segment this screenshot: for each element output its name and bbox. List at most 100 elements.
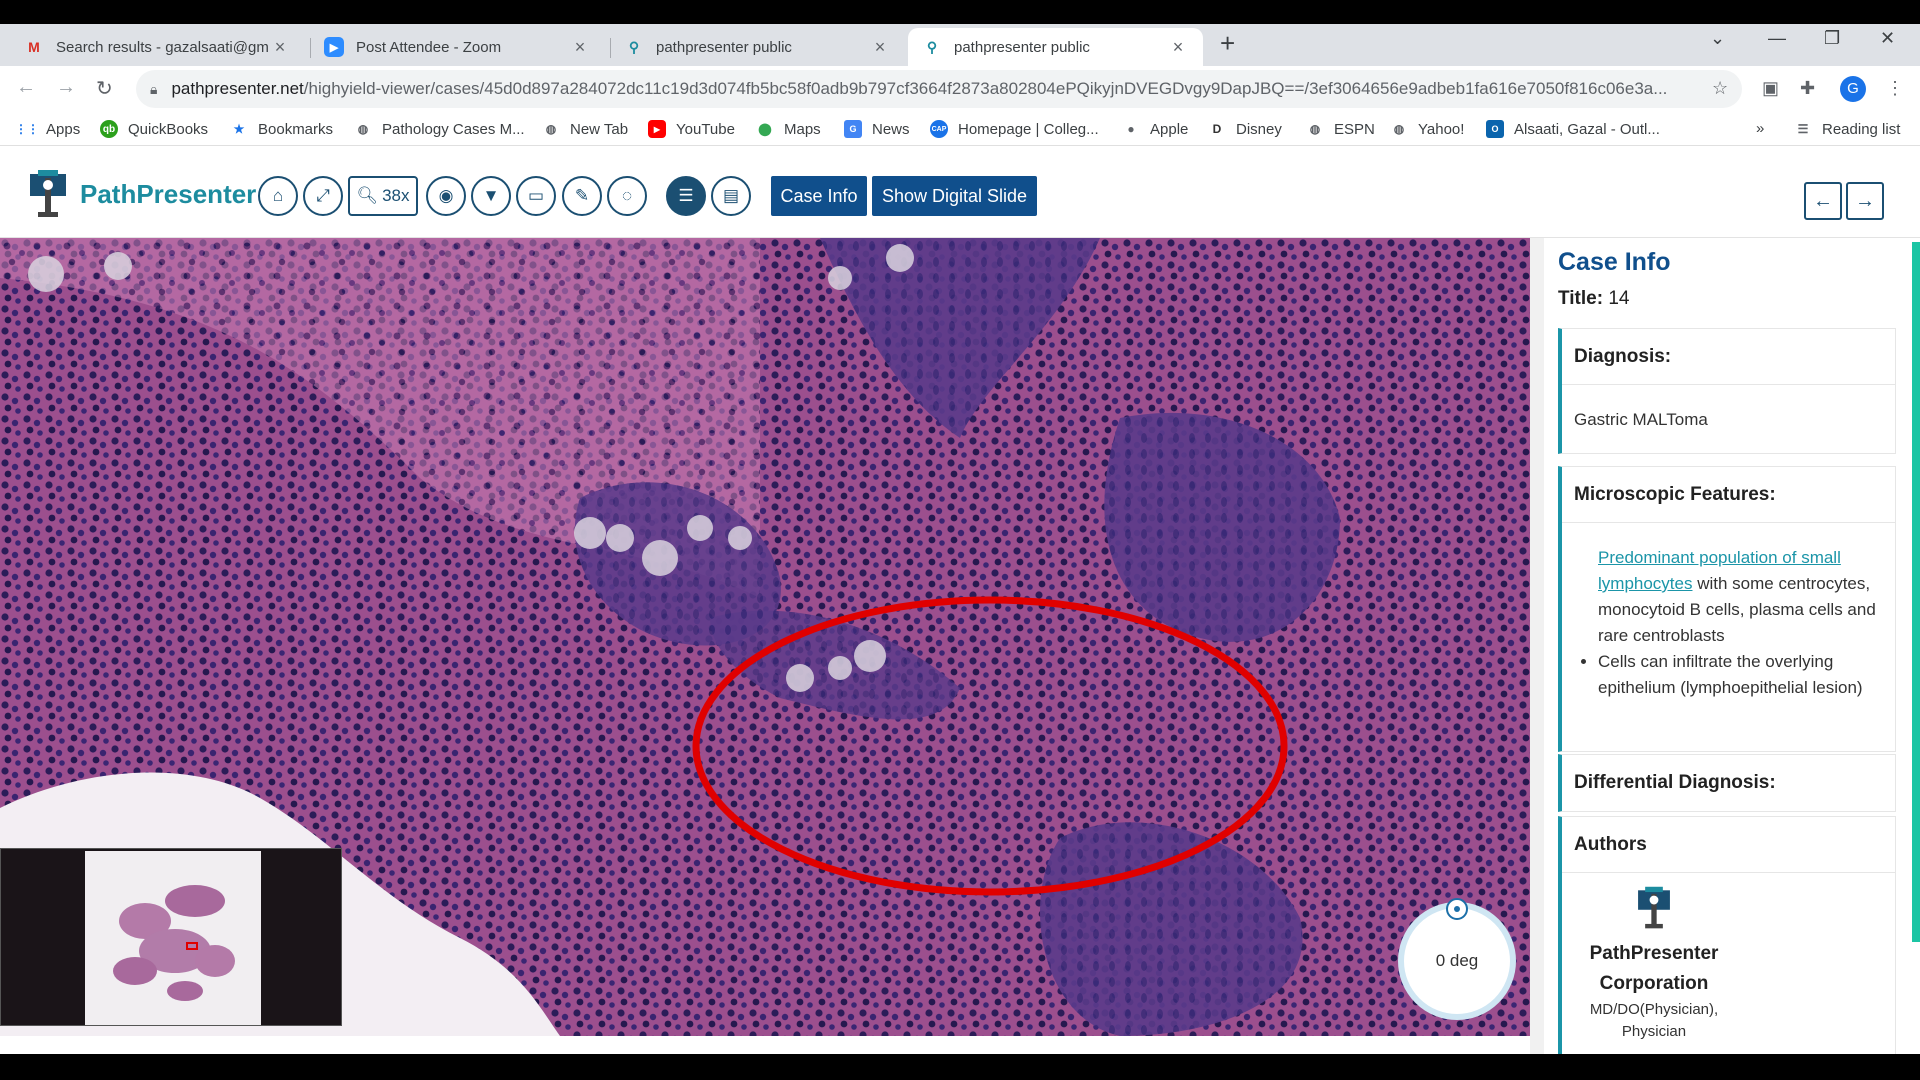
case-title: Title: 14 bbox=[1558, 288, 1629, 310]
close-tab-icon[interactable]: × bbox=[1167, 37, 1189, 58]
address-bar[interactable]: 🔒︎ pathpresenter.net/highyield-viewer/ca… bbox=[136, 70, 1742, 108]
feature-item: Predominant population of small lymphocy… bbox=[1598, 545, 1883, 649]
previous-case-button[interactable]: ← bbox=[1804, 182, 1842, 220]
bookmark-star-icon[interactable]: ☆ bbox=[1712, 78, 1728, 99]
tab-gmail[interactable]: M Search results - gazalsaati@gma × bbox=[10, 28, 305, 66]
pathpresenter-logo[interactable]: PathPresenter bbox=[24, 168, 256, 220]
bookmark-disney[interactable]: D Disney bbox=[1208, 120, 1282, 138]
bookmark-quickbooks[interactable]: qb QuickBooks bbox=[100, 120, 208, 138]
present-button[interactable]: ▭ bbox=[516, 176, 556, 216]
features-list: Predominant population of small lymphocy… bbox=[1574, 545, 1883, 701]
slide-viewer[interactable]: 0 deg bbox=[0, 238, 1530, 1036]
tab-title: Search results - gazalsaati@gma bbox=[56, 38, 269, 56]
case-info-button[interactable]: Case Info bbox=[771, 176, 867, 216]
bookmark-yahoo[interactable]: ◍ Yahoo! bbox=[1390, 120, 1465, 138]
rotation-label: 0 deg bbox=[1435, 951, 1479, 970]
slide-minimap[interactable] bbox=[0, 848, 342, 1026]
chrome-menu-icon[interactable]: ⋮ bbox=[1886, 78, 1904, 99]
reading-list[interactable]: ☰ Reading list bbox=[1794, 120, 1901, 138]
bookmark-label: News bbox=[872, 120, 910, 138]
bookmark-label: Apple bbox=[1150, 120, 1189, 138]
author-entry[interactable]: PathPresenter Corporation MD/DO(Physicia… bbox=[1574, 885, 1734, 1043]
case-info-heading: Case Info bbox=[1558, 248, 1671, 276]
bookmark-label: QuickBooks bbox=[128, 120, 209, 138]
bookmark-news[interactable]: G News bbox=[844, 120, 910, 138]
annotate-button[interactable]: ✎ bbox=[562, 176, 602, 216]
brand-name: PathPresenter bbox=[80, 178, 257, 209]
bookmark-label: Alsaati, Gazal - Outl... bbox=[1514, 120, 1660, 138]
bookmark-label: New Tab bbox=[570, 120, 629, 138]
bookmark-bookmarks[interactable]: ★ Bookmarks bbox=[230, 120, 333, 138]
zoom-icon: 🔍︎ bbox=[356, 186, 379, 205]
bookmark-maps[interactable]: ⬤ Maps bbox=[756, 120, 820, 138]
fullscreen-button[interactable]: ⤢ bbox=[303, 176, 343, 216]
outlook-icon: O bbox=[1486, 120, 1504, 138]
diagnosis-header: Diagnosis: bbox=[1562, 329, 1895, 385]
expand-icon: ⤢ bbox=[316, 186, 330, 205]
tab-zoom[interactable]: ▶ Post Attendee - Zoom × bbox=[310, 28, 605, 66]
lock-icon: 🔒︎ bbox=[150, 80, 158, 97]
bookmark-homepage-college[interactable]: CAP Homepage | Colleg... bbox=[930, 120, 1099, 138]
bookmark-label: Disney bbox=[1236, 120, 1282, 138]
forward-icon[interactable]: → bbox=[56, 76, 76, 99]
next-case-button[interactable]: → bbox=[1846, 182, 1884, 220]
home-button[interactable]: ⌂ bbox=[258, 176, 298, 216]
disney-icon: D bbox=[1212, 122, 1222, 136]
rotation-control[interactable]: 0 deg bbox=[1398, 898, 1516, 1020]
back-icon[interactable]: ← bbox=[16, 76, 36, 99]
tab-pathpresenter-active[interactable]: ⚲ pathpresenter public × bbox=[908, 28, 1203, 66]
gmail-icon: M bbox=[28, 39, 40, 55]
bookmark-label: Apps bbox=[46, 120, 81, 138]
close-tab-icon[interactable]: × bbox=[869, 37, 891, 58]
tab-title: pathpresenter public bbox=[656, 38, 792, 56]
arrow-right-icon: → bbox=[1855, 189, 1875, 212]
globe-icon: ◍ bbox=[1393, 122, 1405, 136]
pencil-icon: ✎ bbox=[574, 186, 590, 205]
restore-icon[interactable]: ❐ bbox=[1824, 28, 1840, 49]
show-digital-slide-button[interactable]: Show Digital Slide bbox=[872, 176, 1037, 216]
extensions-puzzle-icon[interactable]: ✚ bbox=[1800, 78, 1815, 99]
reload-icon[interactable]: ↻ bbox=[96, 76, 113, 101]
filter-button[interactable]: ▼ bbox=[471, 176, 511, 216]
close-tab-icon[interactable]: × bbox=[569, 37, 591, 58]
filter-icon: ▼ bbox=[482, 186, 500, 205]
list-button[interactable]: ☰ bbox=[666, 176, 706, 216]
bookmark-outlook[interactable]: O Alsaati, Gazal - Outl... bbox=[1486, 120, 1660, 138]
arrow-left-icon: ← bbox=[1813, 189, 1833, 212]
extension-icon[interactable]: ▣ bbox=[1762, 78, 1779, 99]
tab-title: pathpresenter public bbox=[954, 38, 1090, 56]
bookmarks-bar: ⋮⋮ Apps qb QuickBooks ★ Bookmarks ◍ Patholog… bbox=[0, 112, 1920, 146]
profile-avatar[interactable]: G bbox=[1840, 76, 1866, 102]
bookmark-label: Bookmarks bbox=[258, 120, 334, 138]
close-tab-icon[interactable]: × bbox=[269, 37, 291, 58]
bookmark-espn[interactable]: ◍ ESPN bbox=[1306, 120, 1375, 138]
authors-body: PathPresenter Corporation MD/DO(Physicia… bbox=[1562, 873, 1895, 1054]
report-button[interactable]: ▤ bbox=[711, 176, 751, 216]
microscopic-features-header: Microscopic Features: bbox=[1562, 467, 1895, 523]
bookmark-apps[interactable]: ⋮⋮ Apps bbox=[15, 120, 81, 138]
bookmark-youtube[interactable]: ▶ YouTube bbox=[648, 120, 735, 138]
bookmark-new-tab[interactable]: ◍ New Tab bbox=[542, 120, 628, 138]
app-header: PathPresenter ⌂ ⤢ 🔍︎ 38x ◉ ▼ ▭ ✎ ◌ ☰ ▤ Ca… bbox=[0, 146, 1920, 238]
case-title-value: 14 bbox=[1608, 288, 1630, 309]
globe-icon: ◍ bbox=[545, 122, 557, 136]
list-icon: ☰ bbox=[678, 186, 694, 205]
tab-title: Post Attendee - Zoom bbox=[356, 38, 502, 56]
author-name: PathPresenter Corporation bbox=[1589, 943, 1719, 994]
rotation-handle[interactable] bbox=[1446, 898, 1468, 920]
news-icon: G bbox=[844, 120, 862, 138]
zoom-button[interactable]: 🔍︎ 38x bbox=[348, 176, 418, 216]
panel-scrollbar[interactable] bbox=[1912, 242, 1920, 942]
bookmark-pathology-cases[interactable]: ◍ Pathology Cases M... bbox=[354, 120, 525, 138]
tab-pathpresenter-1[interactable]: ⚲ pathpresenter public × bbox=[610, 28, 905, 66]
screenshot-button[interactable]: ◉ bbox=[426, 176, 466, 216]
bookmark-apple[interactable]: ● Apple bbox=[1122, 120, 1188, 138]
close-window-icon[interactable]: ✕ bbox=[1880, 28, 1895, 49]
minimize-icon[interactable]: — bbox=[1768, 28, 1786, 49]
new-tab-button[interactable]: + bbox=[1220, 28, 1235, 59]
lasso-button[interactable]: ◌ bbox=[607, 176, 647, 216]
url-path: /highyield-viewer/cases/45d0d897a284072d… bbox=[303, 79, 1668, 98]
bookmarks-overflow[interactable]: » bbox=[1756, 120, 1764, 137]
camera-icon: ◉ bbox=[438, 186, 454, 205]
tab-search-icon[interactable]: ⌄ bbox=[1710, 28, 1725, 49]
